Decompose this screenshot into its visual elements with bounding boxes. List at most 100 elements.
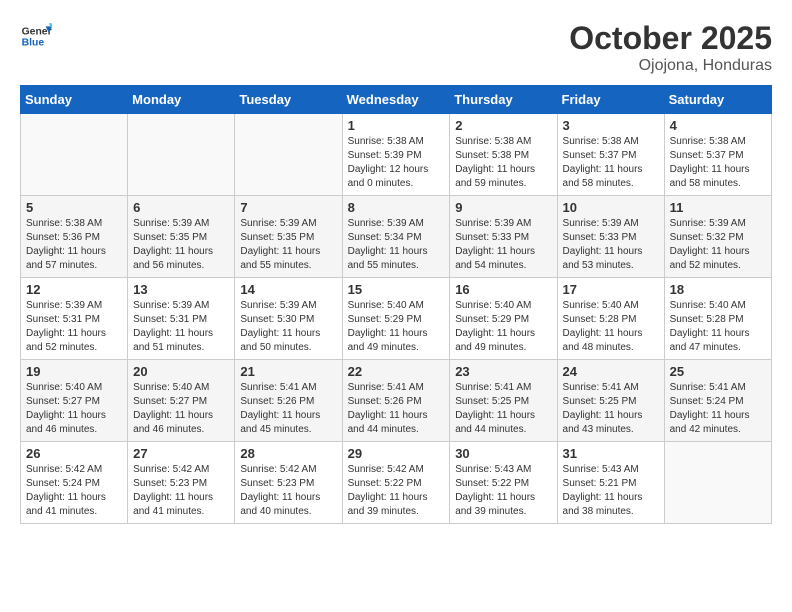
day-number: 25 (670, 364, 766, 379)
day-number: 11 (670, 200, 766, 215)
day-info: Sunrise: 5:40 AMSunset: 5:27 PMDaylight:… (26, 381, 122, 437)
day-info: Sunrise: 5:39 AMSunset: 5:33 PMDaylight:… (563, 217, 659, 273)
month-title: October 2025 (569, 20, 772, 57)
day-info: Sunrise: 5:39 AMSunset: 5:31 PMDaylight:… (26, 299, 122, 355)
calendar-cell: 7 Sunrise: 5:39 AMSunset: 5:35 PMDaylight… (235, 196, 342, 278)
calendar-cell (128, 114, 235, 196)
calendar-cell: 15 Sunrise: 5:40 AMSunset: 5:29 PMDayligh… (342, 278, 450, 360)
logo: General Blue (20, 20, 52, 52)
calendar-cell: 26Sunrise: 5:42 AMSunset: 5:24 PMDayligh… (21, 442, 128, 524)
day-info: Sunrise: 5:41 AMSunset: 5:26 PMDaylight:… (240, 381, 336, 437)
day-info: Sunrise: 5:42 AMSunset: 5:23 PMDaylight:… (240, 463, 336, 519)
day-info: Sunrise: 5:41 AMSunset: 5:25 PMDaylight:… (563, 381, 659, 437)
day-number: 5 (26, 200, 122, 215)
day-info: Sunrise: 5:40 AMSunset: 5:28 PMDaylight:… (670, 299, 766, 355)
day-info: Sunrise: 5:41 AMSunset: 5:24 PMDaylight:… (670, 381, 766, 437)
day-info: Sunrise: 5:40 AMSunset: 5:29 PMDaylight:… (348, 299, 445, 355)
day-number: 23 (455, 364, 551, 379)
header-sunday: Sunday (21, 86, 128, 114)
day-info: Sunrise: 5:38 AMSunset: 5:36 PMDaylight:… (26, 217, 122, 273)
calendar-cell: 23 Sunrise: 5:41 AMSunset: 5:25 PMDayligh… (450, 360, 557, 442)
calendar-cell: 8 Sunrise: 5:39 AMSunset: 5:34 PMDaylight… (342, 196, 450, 278)
calendar-cell (664, 442, 771, 524)
week-row-1: 1Sunrise: 5:38 AMSunset: 5:39 PMDaylight… (21, 114, 772, 196)
day-number: 3 (563, 118, 659, 133)
day-info: Sunrise: 5:39 AMSunset: 5:32 PMDaylight:… (670, 217, 766, 273)
calendar-cell: 27Sunrise: 5:42 AMSunset: 5:23 PMDayligh… (128, 442, 235, 524)
week-row-4: 19 Sunrise: 5:40 AMSunset: 5:27 PMDayligh… (21, 360, 772, 442)
day-info: Sunrise: 5:43 AMSunset: 5:21 PMDaylight:… (563, 463, 659, 519)
day-number: 6 (133, 200, 229, 215)
day-number: 18 (670, 282, 766, 297)
page-header: General Blue October 2025 Ojojona, Hondu… (20, 20, 772, 75)
day-number: 21 (240, 364, 336, 379)
day-number: 14 (240, 282, 336, 297)
day-number: 26 (26, 446, 122, 461)
day-number: 7 (240, 200, 336, 215)
calendar-cell: 18 Sunrise: 5:40 AMSunset: 5:28 PMDayligh… (664, 278, 771, 360)
day-info: Sunrise: 5:41 AMSunset: 5:25 PMDaylight:… (455, 381, 551, 437)
calendar-header-row: SundayMondayTuesdayWednesdayThursdayFrid… (21, 86, 772, 114)
calendar-cell: 5 Sunrise: 5:38 AMSunset: 5:36 PMDaylight… (21, 196, 128, 278)
day-info: Sunrise: 5:38 AMSunset: 5:37 PMDaylight:… (563, 135, 659, 191)
day-number: 10 (563, 200, 659, 215)
title-block: October 2025 Ojojona, Honduras (569, 20, 772, 75)
day-number: 1 (348, 118, 445, 133)
day-number: 22 (348, 364, 445, 379)
day-number: 17 (563, 282, 659, 297)
day-info: Sunrise: 5:40 AMSunset: 5:27 PMDaylight:… (133, 381, 229, 437)
location: Ojojona, Honduras (569, 57, 772, 75)
calendar-cell: 14Sunrise: 5:39 AMSunset: 5:30 PMDayligh… (235, 278, 342, 360)
day-info: Sunrise: 5:39 AMSunset: 5:33 PMDaylight:… (455, 217, 551, 273)
header-friday: Friday (557, 86, 664, 114)
day-info: Sunrise: 5:40 AMSunset: 5:28 PMDaylight:… (563, 299, 659, 355)
day-info: Sunrise: 5:38 AMSunset: 5:37 PMDaylight:… (670, 135, 766, 191)
calendar-cell: 21 Sunrise: 5:41 AMSunset: 5:26 PMDayligh… (235, 360, 342, 442)
calendar-cell: 28 Sunrise: 5:42 AMSunset: 5:23 PMDayligh… (235, 442, 342, 524)
day-info: Sunrise: 5:39 AMSunset: 5:35 PMDaylight:… (133, 217, 229, 273)
week-row-2: 5 Sunrise: 5:38 AMSunset: 5:36 PMDaylight… (21, 196, 772, 278)
day-number: 31 (563, 446, 659, 461)
day-number: 15 (348, 282, 445, 297)
header-monday: Monday (128, 86, 235, 114)
calendar-cell: 12 Sunrise: 5:39 AMSunset: 5:31 PMDayligh… (21, 278, 128, 360)
week-row-5: 26Sunrise: 5:42 AMSunset: 5:24 PMDayligh… (21, 442, 772, 524)
calendar-cell: 10 Sunrise: 5:39 AMSunset: 5:33 PMDayligh… (557, 196, 664, 278)
day-info: Sunrise: 5:39 AMSunset: 5:31 PMDaylight:… (133, 299, 229, 355)
day-number: 16 (455, 282, 551, 297)
day-number: 30 (455, 446, 551, 461)
calendar-cell: 24 Sunrise: 5:41 AMSunset: 5:25 PMDayligh… (557, 360, 664, 442)
calendar-cell (235, 114, 342, 196)
day-info: Sunrise: 5:43 AMSunset: 5:22 PMDaylight:… (455, 463, 551, 519)
header-wednesday: Wednesday (342, 86, 450, 114)
calendar-cell: 13 Sunrise: 5:39 AMSunset: 5:31 PMDayligh… (128, 278, 235, 360)
calendar-cell: 19 Sunrise: 5:40 AMSunset: 5:27 PMDayligh… (21, 360, 128, 442)
day-info: Sunrise: 5:42 AMSunset: 5:22 PMDaylight:… (348, 463, 445, 519)
calendar-table: SundayMondayTuesdayWednesdayThursdayFrid… (20, 85, 772, 524)
logo-icon: General Blue (20, 20, 52, 52)
calendar-cell: 9 Sunrise: 5:39 AMSunset: 5:33 PMDaylight… (450, 196, 557, 278)
calendar-cell: 4 Sunrise: 5:38 AMSunset: 5:37 PMDaylight… (664, 114, 771, 196)
calendar-cell: 29Sunrise: 5:42 AMSunset: 5:22 PMDayligh… (342, 442, 450, 524)
header-thursday: Thursday (450, 86, 557, 114)
calendar-cell: 6 Sunrise: 5:39 AMSunset: 5:35 PMDaylight… (128, 196, 235, 278)
day-number: 27 (133, 446, 229, 461)
day-number: 24 (563, 364, 659, 379)
calendar-cell: 16Sunrise: 5:40 AMSunset: 5:29 PMDayligh… (450, 278, 557, 360)
calendar-cell (21, 114, 128, 196)
day-number: 9 (455, 200, 551, 215)
calendar-cell: 30 Sunrise: 5:43 AMSunset: 5:22 PMDayligh… (450, 442, 557, 524)
calendar-cell: 31 Sunrise: 5:43 AMSunset: 5:21 PMDayligh… (557, 442, 664, 524)
day-info: Sunrise: 5:39 AMSunset: 5:35 PMDaylight:… (240, 217, 336, 273)
day-info: Sunrise: 5:39 AMSunset: 5:34 PMDaylight:… (348, 217, 445, 273)
day-number: 4 (670, 118, 766, 133)
day-number: 12 (26, 282, 122, 297)
calendar-cell: 2Sunrise: 5:38 AMSunset: 5:38 PMDaylight… (450, 114, 557, 196)
day-number: 13 (133, 282, 229, 297)
day-number: 19 (26, 364, 122, 379)
day-info: Sunrise: 5:38 AMSunset: 5:38 PMDaylight:… (455, 135, 551, 191)
day-number: 20 (133, 364, 229, 379)
day-number: 28 (240, 446, 336, 461)
day-number: 8 (348, 200, 445, 215)
calendar-cell: 1Sunrise: 5:38 AMSunset: 5:39 PMDaylight… (342, 114, 450, 196)
